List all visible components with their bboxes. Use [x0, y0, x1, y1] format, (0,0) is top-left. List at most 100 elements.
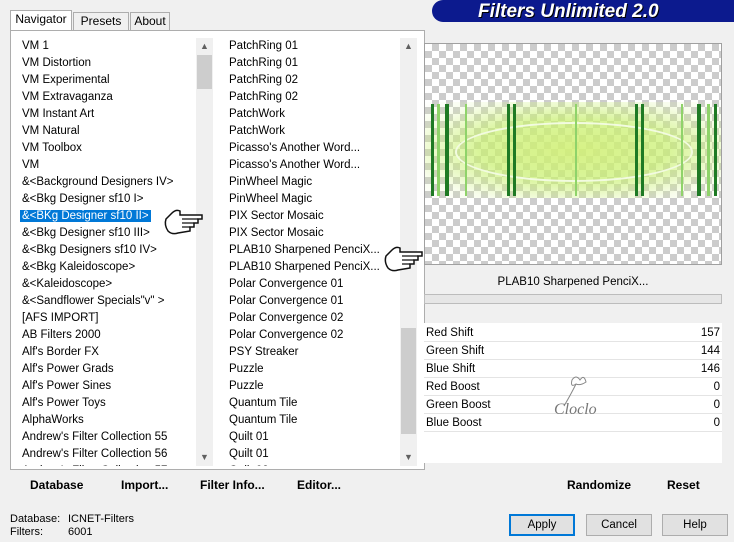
parameter-value[interactable]: 157 — [701, 324, 720, 342]
category-scrollbar[interactable]: ▲ ▼ — [196, 38, 213, 466]
filter-item[interactable]: PIX Sector Mosaic — [227, 208, 324, 225]
category-item[interactable]: VM Instant Art — [20, 106, 94, 123]
filter-item[interactable]: PatchWork — [227, 106, 285, 123]
filter-item[interactable]: Quilt 01 — [227, 429, 269, 446]
category-list[interactable]: VM 1 VM Distortion VM Experimental VM Extra… — [20, 38, 198, 466]
parameter-value[interactable]: 144 — [701, 342, 720, 360]
filter-item[interactable]: Puzzle — [227, 378, 264, 395]
scroll-thumb[interactable] — [197, 55, 212, 89]
filter-item[interactable]: PatchWork — [227, 123, 285, 140]
category-item[interactable]: VM Natural — [20, 123, 80, 140]
tab-presets[interactable]: Presets — [73, 12, 129, 31]
filter-item[interactable]: Quilt 01 — [227, 446, 269, 463]
filter-item[interactable]: PLAB10 Sharpened PenciX... — [227, 259, 380, 276]
category-item[interactable]: [AFS IMPORT] — [20, 310, 98, 327]
category-item[interactable]: AB Filters 2000 — [20, 327, 101, 344]
category-item[interactable]: Andrew's Filter Collection 57 — [20, 463, 167, 466]
parameter-value[interactable]: 0 — [714, 414, 720, 432]
scroll-down-arrow-icon[interactable]: ▼ — [400, 449, 417, 466]
parameter-value[interactable]: 0 — [714, 378, 720, 396]
editor-button[interactable]: Editor... — [297, 477, 341, 493]
category-item-label: AB Filters 2000 — [22, 329, 101, 341]
filter-item[interactable]: Polar Convergence 02 — [227, 310, 343, 327]
parameter-value[interactable]: 146 — [701, 360, 720, 378]
category-item[interactable]: &<Background Designers IV> — [20, 174, 174, 191]
preview-bar — [431, 104, 434, 196]
filter-item[interactable]: PatchRing 02 — [227, 72, 298, 89]
category-item[interactable]: Alf's Power Toys — [20, 395, 106, 412]
filter-info-button[interactable]: Filter Info... — [200, 477, 265, 493]
tab-navigator[interactable]: Navigator — [10, 10, 72, 32]
category-item[interactable]: AlphaWorks — [20, 412, 84, 429]
reset-button[interactable]: Reset — [667, 477, 700, 493]
filter-item[interactable]: Quilt 02 — [227, 463, 269, 466]
filter-item[interactable]: Quantum Tile — [227, 395, 297, 412]
category-item[interactable]: &<Bkg Designer sf10 III> — [20, 225, 150, 242]
help-button[interactable]: Help — [662, 514, 728, 536]
database-value: ICNET-Filters — [68, 513, 134, 525]
scroll-thumb[interactable] — [401, 328, 416, 434]
filter-item[interactable]: PinWheel Magic — [227, 174, 312, 191]
category-item[interactable]: VM Extravaganza — [20, 89, 113, 106]
filter-item[interactable]: PatchRing 01 — [227, 38, 298, 55]
cancel-button[interactable]: Cancel — [586, 514, 652, 536]
randomize-button[interactable]: Randomize — [567, 477, 631, 493]
category-item-label: VM Toolbox — [22, 142, 82, 154]
category-item[interactable]: VM Experimental — [20, 72, 110, 89]
database-button[interactable]: Database — [30, 477, 83, 493]
category-item[interactable]: VM Distortion — [20, 55, 91, 72]
app-title: Filters Unlimited 2.0 — [478, 1, 659, 22]
category-item[interactable]: Andrew's Filter Collection 55 — [20, 429, 167, 446]
category-item-label: &<Bkg Designer sf10 I> — [22, 193, 144, 205]
category-item[interactable]: &<Kaleidoscope> — [20, 276, 112, 293]
filter-list[interactable]: PatchRing 01 PatchRing 01 PatchRing 02 Patc… — [227, 38, 399, 466]
database-label: Database: — [10, 513, 61, 525]
pointing-hand-icon — [382, 242, 424, 278]
category-item-label: VM Instant Art — [22, 108, 95, 120]
filter-item[interactable]: Polar Convergence 02 — [227, 327, 343, 344]
category-item[interactable]: Alf's Border FX — [20, 344, 99, 361]
scroll-down-arrow-icon[interactable]: ▼ — [196, 449, 213, 466]
import-button[interactable]: Import... — [121, 477, 168, 493]
filter-item[interactable]: PinWheel Magic — [227, 191, 312, 208]
category-item[interactable]: Andrew's Filter Collection 56 — [20, 446, 167, 463]
filter-item[interactable]: Picasso's Another Word... — [227, 157, 360, 174]
category-item[interactable]: &<Bkg Designers sf10 IV> — [20, 242, 157, 259]
parameter-row[interactable]: Red Shift 157 — [424, 324, 722, 342]
filter-item[interactable]: Quantum Tile — [227, 412, 297, 429]
filter-item[interactable]: Polar Convergence 01 — [227, 276, 343, 293]
category-item[interactable]: &<Sandflower Specials"v" > — [20, 293, 164, 310]
category-item[interactable]: Alf's Power Grads — [20, 361, 114, 378]
tab-about[interactable]: About — [130, 12, 170, 31]
parameter-row[interactable]: Green Shift 144 — [424, 342, 722, 360]
category-item[interactable]: &<Bkg Designer sf10 I> — [20, 191, 143, 208]
filter-item[interactable]: PatchRing 02 — [227, 89, 298, 106]
apply-button[interactable]: Apply — [509, 514, 575, 536]
scroll-up-arrow-icon[interactable]: ▲ — [196, 38, 213, 55]
category-item[interactable]: Alf's Power Sines — [20, 378, 111, 395]
category-item[interactable]: VM — [20, 157, 39, 174]
filter-item[interactable]: Picasso's Another Word... — [227, 140, 360, 157]
filter-item[interactable]: PSY Streaker — [227, 344, 298, 361]
preview-bar — [445, 104, 449, 196]
parameter-name: Blue Shift — [426, 363, 476, 375]
scroll-up-arrow-icon[interactable]: ▲ — [400, 38, 417, 55]
category-item[interactable]: VM 1 — [20, 38, 49, 55]
category-item-label: &<Kaleidoscope> — [22, 278, 113, 290]
preview-bar — [641, 104, 644, 196]
filter-item[interactable]: PIX Sector Mosaic — [227, 225, 324, 242]
category-item-label: [AFS IMPORT] — [22, 312, 99, 324]
category-item-label: VM — [22, 159, 40, 171]
category-item[interactable]: VM Toolbox — [20, 140, 82, 157]
parameter-name: Red Boost — [426, 381, 480, 393]
parameter-value[interactable]: 0 — [714, 396, 720, 414]
filter-item[interactable]: PLAB10 Sharpened PenciX... — [227, 242, 380, 259]
filter-item[interactable]: Polar Convergence 01 — [227, 293, 343, 310]
category-item-label: Alf's Power Sines — [22, 380, 112, 392]
category-item[interactable]: &<BKg Designer sf10 II> — [20, 208, 151, 225]
parameter-name: Green Shift — [426, 345, 485, 357]
category-item-label: Alf's Border FX — [22, 346, 99, 358]
filter-item[interactable]: Puzzle — [227, 361, 264, 378]
category-item[interactable]: &<Bkg Kaleidoscope> — [20, 259, 135, 276]
filter-item[interactable]: PatchRing 01 — [227, 55, 298, 72]
